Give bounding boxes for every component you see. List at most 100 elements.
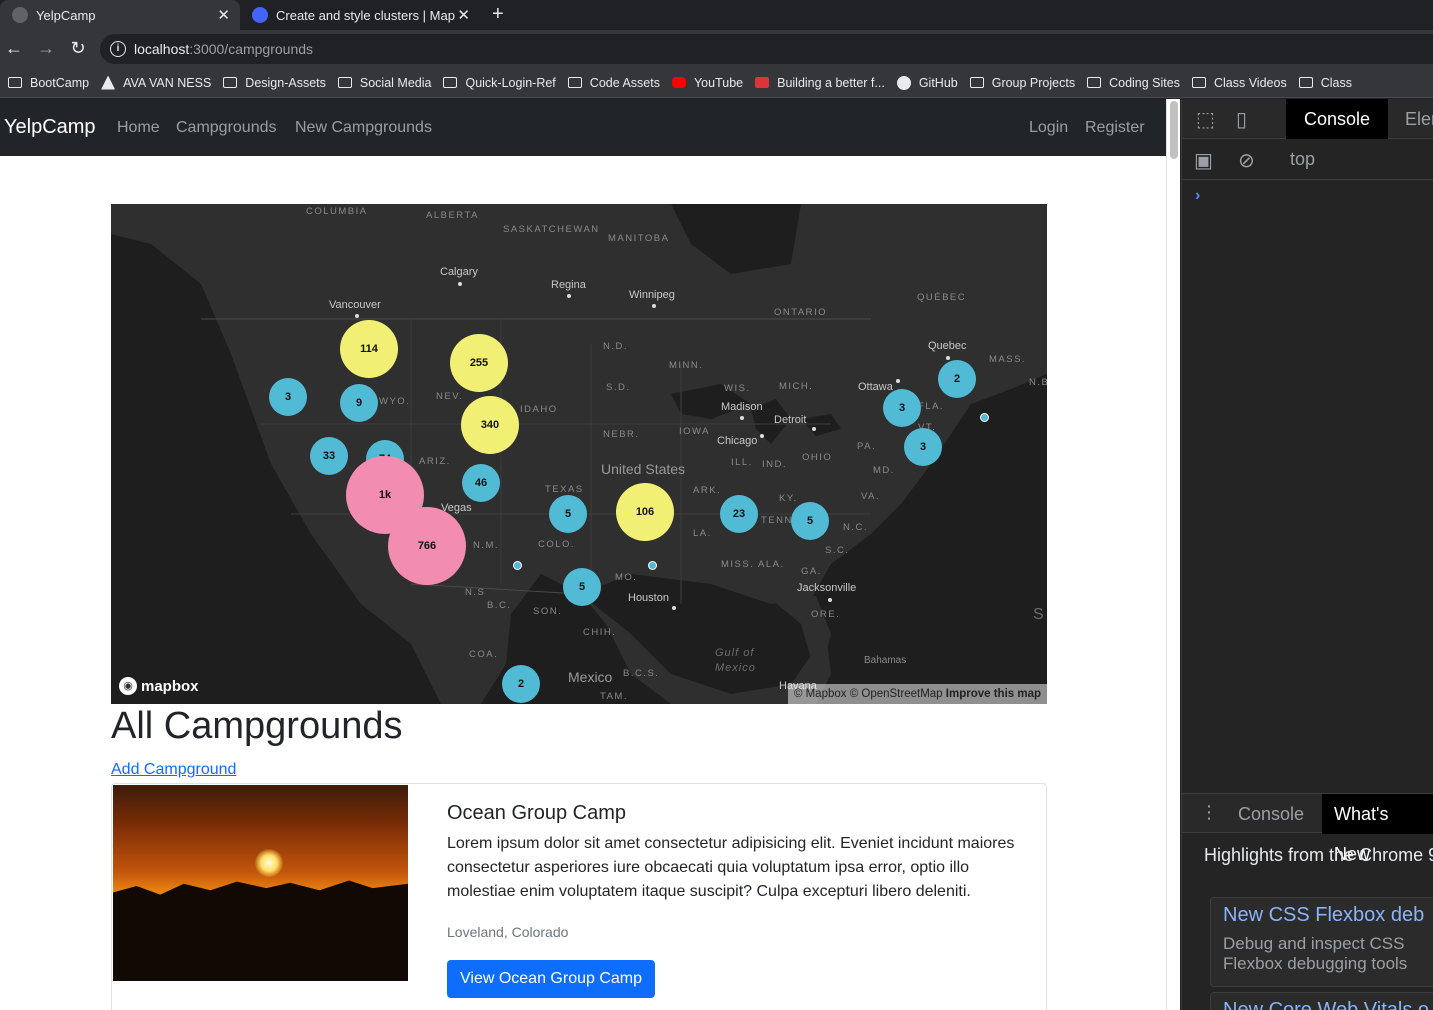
- bookmark-item[interactable]: YouTube: [671, 76, 743, 90]
- map-place-label: Winnipeg: [629, 289, 675, 301]
- campground-image: [113, 785, 408, 981]
- reload-icon[interactable]: ↻: [67, 38, 89, 59]
- info-icon[interactable]: i: [110, 41, 126, 57]
- youtube-icon: [671, 77, 686, 88]
- back-arrow-icon[interactable]: ←: [3, 38, 25, 59]
- map-region-label: FLA.: [918, 401, 945, 412]
- map-cluster[interactable]: 114: [340, 320, 398, 378]
- sun-graphic: [255, 849, 283, 877]
- map-region-label: B.C.: [487, 600, 512, 611]
- drawer-tab-console[interactable]: Console: [1238, 794, 1304, 834]
- cluster-count: 5: [806, 515, 814, 527]
- inspect-element-icon[interactable]: ⬚: [1196, 107, 1215, 132]
- map-place-label: Regina: [551, 279, 586, 291]
- scrollbar-thumb[interactable]: [1170, 101, 1178, 159]
- mapbox-favicon-icon: [252, 7, 268, 23]
- map-cluster[interactable]: 5: [563, 568, 601, 606]
- sidebar-toggle-icon[interactable]: ▣: [1194, 148, 1213, 173]
- nav-link-campgrounds[interactable]: Campgrounds: [176, 119, 277, 137]
- close-tab-icon[interactable]: ✕: [457, 6, 470, 24]
- bookmark-item[interactable]: Quick-Login-Ref: [443, 76, 556, 90]
- city-dot: [946, 356, 950, 360]
- nav-link-register[interactable]: Register: [1085, 119, 1145, 137]
- map-cluster[interactable]: 2: [938, 360, 976, 398]
- map-place-label: United States: [601, 461, 686, 477]
- map-cluster[interactable]: 340: [461, 396, 519, 454]
- close-tab-icon[interactable]: ✕: [217, 6, 230, 24]
- cluster-map[interactable]: COLUMBIA ALBERTA SASKATCHEWAN MANITOBA ONTAR…: [111, 204, 1047, 704]
- map-point-marker[interactable]: [980, 413, 989, 422]
- view-campground-button[interactable]: View Ocean Group Camp: [447, 960, 656, 998]
- bookmark-item[interactable]: Social Media: [337, 76, 431, 90]
- bookmark-item[interactable]: AVA VAN NESS: [101, 75, 211, 90]
- forward-arrow-icon[interactable]: →: [35, 38, 57, 59]
- mapbox-logo[interactable]: ◉ mapbox: [119, 677, 199, 695]
- campground-card: Ocean Group Camp Lorem ipsum dolor sit a…: [111, 783, 1047, 1010]
- bookmark-item[interactable]: Code Assets: [567, 76, 660, 90]
- attribution-text[interactable]: © Mapbox © OpenStreetMap: [794, 688, 943, 700]
- map-cluster[interactable]: 33: [310, 437, 348, 475]
- bookmark-item[interactable]: Class Videos: [1191, 76, 1287, 90]
- map-cluster[interactable]: 9: [340, 384, 378, 422]
- map-cluster[interactable]: 5: [791, 502, 829, 540]
- map-cluster[interactable]: 255: [450, 334, 508, 392]
- bookmark-item[interactable]: Class: [1298, 76, 1352, 90]
- bookmark-item[interactable]: Design-Assets: [223, 76, 326, 90]
- devtools-tab-console[interactable]: Console: [1286, 99, 1389, 139]
- cluster-count: 33: [322, 450, 336, 462]
- map-region-label: IND.: [762, 459, 787, 470]
- improve-map-link[interactable]: Improve this map: [946, 688, 1041, 700]
- new-tab-button[interactable]: +: [492, 3, 504, 26]
- map-cluster[interactable]: 106: [616, 483, 674, 541]
- add-campground-link[interactable]: Add Campground: [111, 761, 236, 779]
- map-region-label: MASS.: [989, 354, 1027, 365]
- ava-icon: [101, 75, 116, 90]
- map-region-label: NEV.: [436, 391, 464, 402]
- map-cluster[interactable]: 2: [502, 665, 540, 703]
- map-cluster[interactable]: 5: [549, 495, 587, 533]
- drawer-tab-whats-new[interactable]: What's New: [1322, 794, 1433, 864]
- map-place-label: Detroit: [774, 414, 807, 426]
- map-region-label: ORE.: [811, 609, 841, 620]
- tab-yelpcamp[interactable]: YelpCamp ✕: [0, 0, 240, 30]
- whats-new-item-title[interactable]: New Core Web Vitals o: [1223, 999, 1429, 1010]
- map-point-marker[interactable]: [513, 561, 522, 570]
- map-cluster[interactable]: 766: [388, 507, 466, 585]
- bookmark-item[interactable]: Group Projects: [969, 75, 1076, 90]
- device-toolbar-icon[interactable]: ▯: [1236, 107, 1247, 132]
- whats-new-item[interactable]: New Core Web Vitals o: [1210, 992, 1433, 1010]
- devtools-tab-elements[interactable]: Elem: [1405, 99, 1433, 139]
- console-prompt-icon[interactable]: ›: [1195, 187, 1200, 205]
- whats-new-item-title[interactable]: New CSS Flexbox deb: [1223, 904, 1424, 927]
- address-bar[interactable]: i localhost:3000/campgrounds: [100, 34, 1433, 64]
- map-region-label: MINN.: [669, 360, 704, 371]
- more-options-icon[interactable]: ⋮: [1200, 802, 1218, 823]
- map-cluster[interactable]: 46: [462, 464, 500, 502]
- bookmark-item[interactable]: Building a better f...: [755, 76, 885, 90]
- map-cluster[interactable]: 23: [720, 495, 758, 533]
- whats-new-item-desc: Debug and inspect CSS Flexbox debugging t…: [1223, 934, 1408, 973]
- map-region-label: MD.: [873, 465, 895, 476]
- nav-link-login[interactable]: Login: [1029, 119, 1068, 137]
- context-selector[interactable]: top: [1290, 149, 1315, 170]
- bookmark-item[interactable]: GitHub: [896, 75, 958, 90]
- nav-link-new-campgrounds[interactable]: New Campgrounds: [295, 119, 432, 137]
- bookmark-item[interactable]: BootCamp: [8, 76, 89, 90]
- clear-console-icon[interactable]: ⊘: [1238, 148, 1255, 173]
- page-scrollbar[interactable]: [1166, 99, 1180, 1010]
- bookmark-label: Group Projects: [991, 75, 1076, 90]
- map-region-label: IDAHO: [520, 404, 558, 415]
- map-cluster[interactable]: 3: [904, 428, 942, 466]
- city-dot: [672, 606, 676, 610]
- nav-link-home[interactable]: Home: [117, 119, 160, 137]
- navbar-brand[interactable]: YelpCamp: [4, 116, 96, 139]
- city-dot: [740, 416, 744, 420]
- map-point-marker[interactable]: [648, 561, 657, 570]
- map-cluster[interactable]: 3: [883, 389, 921, 427]
- map-cluster[interactable]: 3: [269, 378, 307, 416]
- map-region-label: QUÉBEC: [917, 292, 967, 303]
- url-text: localhost:3000/campgrounds: [134, 41, 314, 57]
- bookmark-item[interactable]: Coding Sites: [1087, 76, 1180, 90]
- tab-mapbox-docs[interactable]: Create and style clusters | Map ✕: [240, 0, 480, 30]
- whats-new-item[interactable]: New CSS Flexbox deb Debug and inspect CS…: [1210, 897, 1433, 987]
